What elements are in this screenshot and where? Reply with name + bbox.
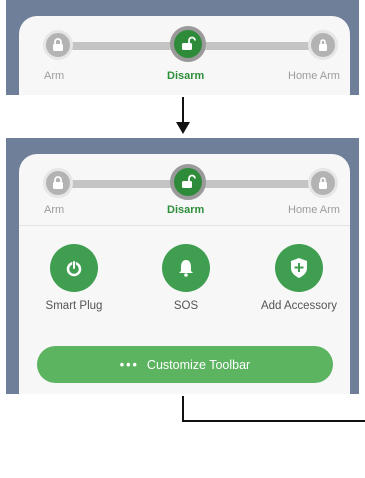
unlock-icon (182, 36, 196, 50)
connector-horizontal (182, 420, 365, 422)
lock-icon (53, 38, 63, 51)
arm-button[interactable] (43, 168, 73, 198)
mode-label-home-arm: Home Arm (288, 204, 340, 216)
mode-label-home-arm: Home Arm (288, 70, 340, 82)
down-arrow-icon (176, 122, 190, 134)
smart-plug-button[interactable]: Smart Plug (29, 244, 119, 312)
home-lock-icon (319, 39, 327, 51)
home-lock-icon (319, 177, 327, 189)
mode-selector (19, 26, 350, 70)
home-arm-button[interactable] (308, 30, 338, 60)
bottom-screenshot-panel: Arm Disarm Home Arm Smart Plug SOS Add A… (6, 138, 359, 394)
smart-plug-label: Smart Plug (45, 300, 103, 312)
home-arm-button[interactable] (308, 168, 338, 198)
mode-selector (19, 164, 350, 208)
disarm-button[interactable] (170, 26, 206, 62)
add-accessory-button[interactable]: Add Accessory (254, 244, 344, 312)
bell-icon (179, 260, 193, 277)
customize-toolbar-label: Customize Toolbar (146, 357, 251, 372)
unlock-icon (182, 174, 196, 188)
lock-icon (53, 176, 63, 189)
add-accessory-label: Add Accessory (260, 300, 338, 312)
connector-vertical (182, 396, 184, 422)
smart-plug-icon-circle (50, 244, 98, 292)
customize-toolbar-button[interactable]: ••• Customize Toolbar (37, 346, 333, 383)
sos-button[interactable]: SOS (141, 244, 231, 312)
power-icon (66, 260, 82, 277)
sos-icon-circle (162, 244, 210, 292)
divider (19, 225, 350, 226)
mode-label-arm: Arm (44, 70, 65, 82)
more-dots-icon: ••• (119, 357, 139, 372)
mode-card-top: Arm Disarm Home Arm (19, 16, 350, 95)
mode-label-disarm: Disarm (167, 204, 205, 216)
arm-button[interactable] (43, 30, 73, 60)
mode-label-disarm: Disarm (167, 70, 205, 82)
mode-label-arm: Arm (44, 204, 65, 216)
sos-label: SOS (173, 300, 199, 312)
add-accessory-icon-circle (275, 244, 323, 292)
disarm-button[interactable] (170, 164, 206, 200)
top-screenshot-panel: Arm Disarm Home Arm (6, 0, 359, 95)
arrow-shaft (182, 97, 184, 125)
shield-plus-icon (291, 258, 307, 278)
mode-card-bottom: Arm Disarm Home Arm Smart Plug SOS Add A… (19, 154, 350, 394)
